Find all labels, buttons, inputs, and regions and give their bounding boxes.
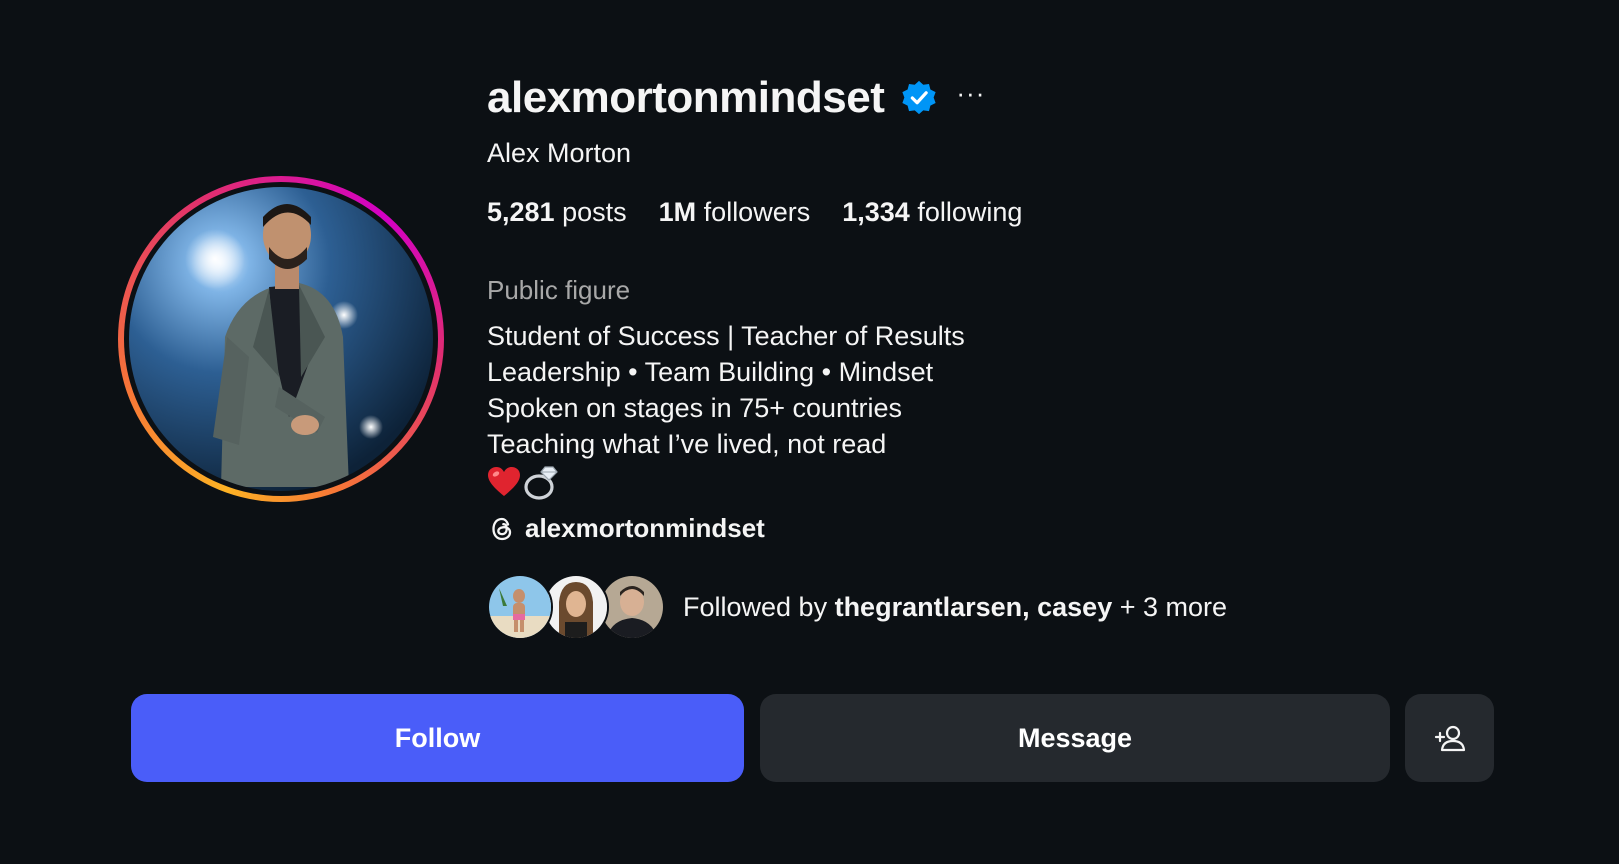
more-options-icon[interactable]: ··· xyxy=(956,80,985,116)
verified-badge-icon xyxy=(902,80,936,115)
heart-icon xyxy=(488,467,520,496)
profile-avatar xyxy=(129,187,433,491)
posts-count: 5,281 xyxy=(487,197,555,227)
add-person-icon xyxy=(1434,725,1465,752)
follow-button-label: Follow xyxy=(394,722,481,753)
posts-stat: 5,281 posts xyxy=(487,197,627,228)
followed-by-suffix: + 3 more xyxy=(1112,591,1228,622)
profile-bio: Student of Success | Teacher of Results … xyxy=(487,318,965,502)
ring-icon xyxy=(524,466,558,500)
mutual-avatars xyxy=(487,574,665,640)
posts-label: posts xyxy=(562,197,627,227)
username-row: alexmortonmindset ··· xyxy=(487,68,985,128)
following-stat[interactable]: 1,334 following xyxy=(842,197,1022,228)
bio-line: Teaching what I’ve lived, not read xyxy=(487,429,887,459)
followers-label: followers xyxy=(703,197,811,227)
mutual-avatar xyxy=(487,574,553,640)
mutual-followers[interactable]: Followed by thegrantlarsen, casey + 3 mo… xyxy=(487,574,1227,640)
bio-line: Student of Success | Teacher of Results xyxy=(487,321,965,351)
profile-avatar-story-ring[interactable] xyxy=(118,176,444,502)
following-count: 1,334 xyxy=(842,197,910,227)
suggested-accounts-button[interactable] xyxy=(1405,694,1494,782)
full-name: Alex Morton xyxy=(487,138,632,168)
message-button[interactable]: Message xyxy=(760,694,1390,782)
profile-category: Public figure xyxy=(487,275,631,305)
bio-emoji-line xyxy=(487,462,965,502)
followers-count: 1M xyxy=(658,197,697,227)
bio-line: Spoken on stages in 75+ countries xyxy=(487,393,903,423)
threads-handle: alexmortonmindset xyxy=(525,513,765,543)
followers-stat[interactable]: 1M followers xyxy=(659,197,811,228)
threads-profile-link[interactable]: alexmortonmindset xyxy=(487,513,765,544)
username: alexmortonmindset xyxy=(487,73,885,122)
following-label: following xyxy=(917,197,1023,227)
follow-button[interactable]: Follow xyxy=(131,694,744,782)
followed-by-prefix: Followed by xyxy=(683,591,835,622)
threads-icon xyxy=(492,517,512,540)
bio-line: Leadership • Team Building • Mindset xyxy=(487,357,934,387)
message-button-label: Message xyxy=(1017,722,1133,753)
avatar-ring-gap xyxy=(124,182,438,496)
followed-by-names: thegrantlarsen, casey xyxy=(834,591,1113,622)
followed-by-text: Followed by thegrantlarsen, casey + 3 mo… xyxy=(683,592,1227,623)
profile-stats: 5,281 posts 1M followers 1,334 following xyxy=(487,197,1054,228)
